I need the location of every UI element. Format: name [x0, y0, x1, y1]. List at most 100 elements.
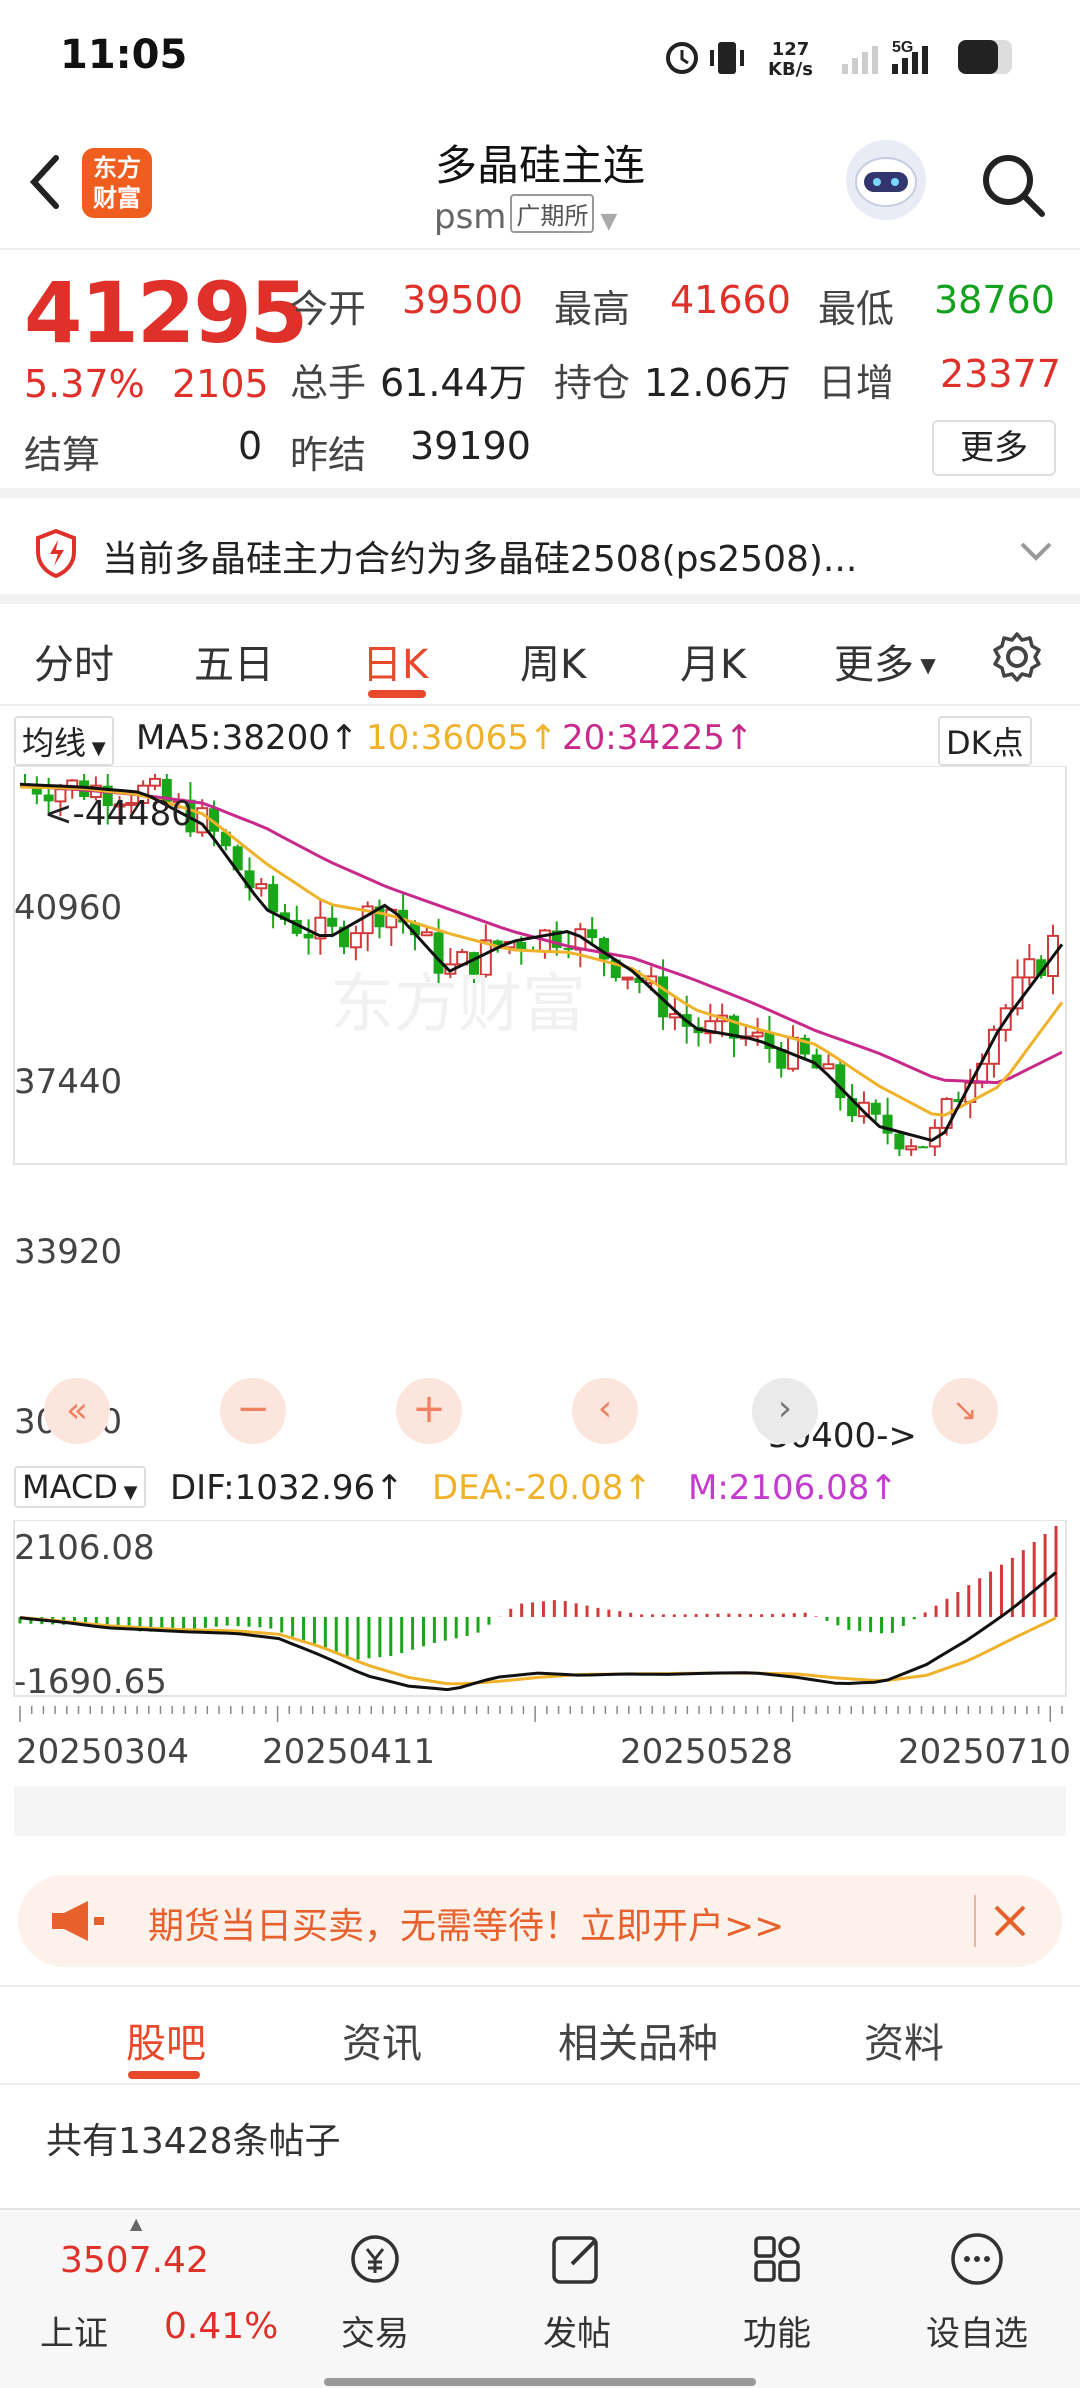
candle-body: [751, 1031, 764, 1038]
content-tabs: 股吧 资讯 相关品种 资料: [0, 1985, 1080, 2085]
candle-body: [905, 1145, 918, 1151]
reset-view-button[interactable]: ↘: [932, 1378, 998, 1444]
scroll-right-button[interactable]: ›: [752, 1378, 818, 1444]
nav-trade[interactable]: 交易: [310, 2224, 440, 2355]
m-label: M:2106.08↑: [688, 1468, 898, 1508]
daily-add-label: 日增: [818, 361, 895, 405]
close-icon[interactable]: [990, 1901, 1030, 1941]
y-label: 37440: [14, 1062, 123, 1102]
chart-scroll-area[interactable]: [14, 1786, 1066, 1836]
more-dots-icon: [951, 2233, 1003, 2285]
candle-body: [255, 883, 268, 890]
tab-daily-k[interactable]: 日K: [362, 632, 428, 690]
header: 东方 财富 多晶硅主连 psm 广期所 ▼: [0, 110, 1080, 250]
macd-max-label: 2106.08: [14, 1528, 155, 1568]
banner-text: 期货当日买卖，无需等待！立即开户>>: [148, 1906, 785, 1947]
open-label: 今开: [290, 287, 367, 331]
shield-alert-icon: [36, 528, 76, 578]
notice-text: 当前多晶硅主力合约为多晶硅2508(ps2508)...: [102, 539, 858, 580]
settings-gear-icon[interactable]: [990, 630, 1044, 684]
last-price: 41295: [24, 264, 308, 362]
index-change-pct[interactable]: 0.41%: [164, 2306, 278, 2347]
tab-intraday[interactable]: 分时: [34, 632, 114, 690]
low-label: 最低: [818, 287, 895, 331]
y-label: 40960: [14, 888, 123, 928]
candle-body: [303, 933, 314, 939]
chevron-down-icon[interactable]: [1018, 540, 1054, 564]
tab-weekly-k[interactable]: 周K: [520, 632, 586, 690]
ma5-label: MA5:38200↑: [136, 718, 359, 758]
status-bar: 11:05 127 KB/s 5G: [0, 0, 1080, 110]
candle-body: [918, 1146, 929, 1149]
candle-body: [268, 884, 279, 913]
candle-body: [621, 976, 634, 981]
candle-body: [420, 931, 433, 937]
macd-min-label: -1690.65: [14, 1662, 167, 1702]
high-value: 41660: [670, 278, 791, 322]
oi-value: 12.06万: [644, 361, 791, 405]
signal-icon: 5G: [842, 39, 1012, 74]
nav-functions[interactable]: 功能: [712, 2224, 842, 2355]
ma-selector[interactable]: 均线 ▼: [14, 716, 114, 766]
scroll-left-fast-button[interactable]: «: [44, 1378, 110, 1444]
settle-value: 0: [238, 424, 263, 468]
main-contract-notice[interactable]: 当前多晶硅主力合约为多晶硅2508(ps2508)...: [0, 508, 1080, 604]
dea-label: DEA:-20.08↑: [432, 1468, 652, 1508]
search-icon[interactable]: [978, 150, 1048, 220]
tab-related[interactable]: 相关品种: [558, 2011, 718, 2069]
candle-body: [349, 932, 362, 949]
y-label: 33920: [14, 1232, 123, 1272]
dif-line: [19, 1571, 1057, 1692]
tab-news[interactable]: 资讯: [342, 2011, 422, 2069]
divider: [974, 1895, 976, 1947]
watermark: 东方财富: [330, 968, 586, 1042]
active-tab-indicator: [368, 690, 426, 698]
high-label: 最高: [554, 287, 631, 331]
candle-body: [894, 1133, 905, 1150]
tab-more[interactable]: 更多 ▼: [834, 632, 936, 690]
grid-icon: [754, 2236, 800, 2282]
edit-icon: [552, 2236, 598, 2284]
clock: 11:05: [60, 32, 188, 78]
kline-chart: 均线 ▼ MA5:38200↑ 10:36065↑ 20:34225↑ DK点 …: [0, 706, 1080, 1856]
date-label: 20250710: [898, 1732, 1072, 1772]
time-ticks: [19, 1706, 1063, 1722]
tab-profile[interactable]: 资料: [864, 2011, 944, 2069]
chevron-up-icon[interactable]: ▲: [130, 2214, 142, 2233]
open-value: 39500: [402, 278, 523, 322]
robot-assistant-icon[interactable]: [846, 140, 926, 220]
exchange-badge: 广期所: [510, 194, 595, 233]
dk-point-button[interactable]: DK点: [938, 716, 1032, 766]
nav-add-watchlist[interactable]: 设自选: [912, 2224, 1042, 2355]
tab-forum[interactable]: 股吧: [126, 2011, 206, 2069]
candle-body: [327, 917, 338, 927]
scroll-left-button[interactable]: ‹: [572, 1378, 638, 1444]
candle-body: [822, 1063, 835, 1070]
index-value[interactable]: 3507.42: [60, 2240, 209, 2281]
home-indicator[interactable]: [324, 2378, 756, 2386]
macd-histogram: [18, 1526, 1058, 1660]
megaphone-icon: [52, 1901, 104, 1941]
active-tab-indicator: [128, 2071, 200, 2079]
oi-label: 持仓: [554, 361, 631, 405]
prev-settle-label: 昨结: [290, 433, 367, 477]
period-tabs: 分时 五日 日K 周K 月K 更多 ▼: [0, 604, 1080, 706]
chevron-down-icon: ▼: [600, 209, 618, 234]
zoom-in-button[interactable]: +: [396, 1378, 462, 1444]
settle-label: 结算: [24, 433, 101, 477]
index-name[interactable]: 上证: [40, 2306, 108, 2355]
more-button[interactable]: 更多: [932, 420, 1056, 476]
zoom-out-button[interactable]: −: [220, 1378, 286, 1444]
daily-add-value: 23377: [940, 352, 1061, 396]
indicator-selector[interactable]: MACD ▼: [14, 1466, 146, 1508]
open-account-banner[interactable]: 期货当日买卖，无需等待！立即开户>>: [18, 1875, 1062, 1967]
nav-post[interactable]: 发帖: [512, 2224, 642, 2355]
ma10-label: 10:36065↑: [366, 718, 558, 758]
dif-label: DIF:1032.96↑: [170, 1468, 404, 1508]
ma5-line: [19, 782, 1064, 1143]
prev-settle-value: 39190: [410, 424, 531, 468]
yen-trade-icon: [351, 2235, 399, 2283]
tab-monthly-k[interactable]: 月K: [680, 632, 746, 690]
tab-five-day[interactable]: 五日: [194, 632, 274, 690]
candle-body: [148, 777, 161, 787]
